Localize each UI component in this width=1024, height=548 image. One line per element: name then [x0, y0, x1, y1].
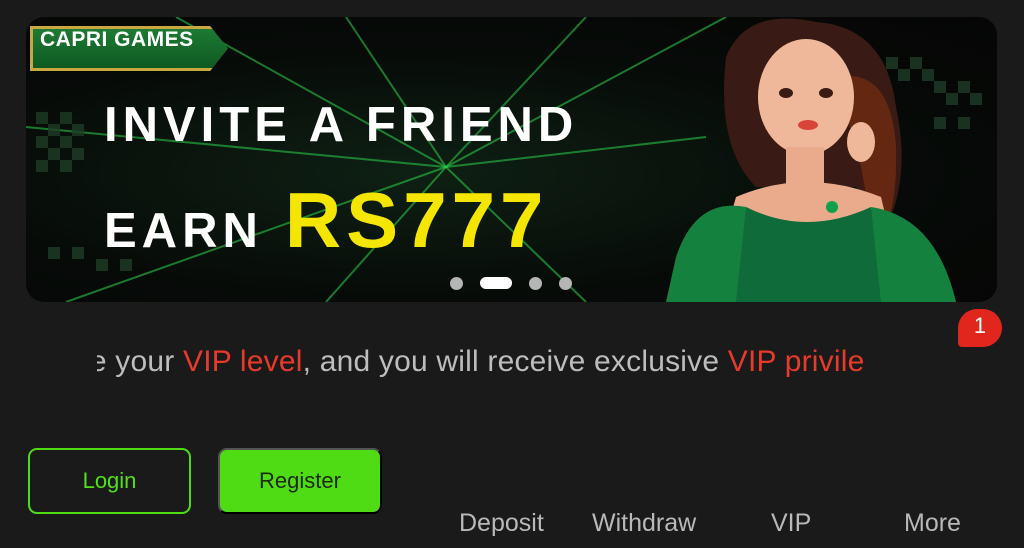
notification-count: 1	[973, 313, 987, 338]
announcement-marquee: le your VIP level, and you will receive …	[97, 345, 910, 385]
nav-item-vip[interactable]: VIP	[771, 509, 811, 538]
register-button[interactable]: Register	[218, 448, 382, 514]
nav-item-deposit[interactable]: Deposit	[459, 509, 544, 538]
carousel-dot-active[interactable]	[480, 277, 512, 289]
banner-amount-text: RS777	[284, 176, 549, 264]
marquee-text: le your	[97, 345, 175, 378]
marquee-highlight: VIP level	[182, 345, 303, 378]
carousel-dot[interactable]	[450, 276, 463, 290]
promo-banner[interactable]: CAPRI GAMES INVITE A FRIEND EARN RS777	[26, 17, 997, 302]
banner-earn-text: EARN	[104, 204, 263, 258]
carousel-dot[interactable]	[529, 276, 542, 290]
marquee-text: , and you will receive exclusive	[302, 345, 728, 378]
nav-item-more[interactable]: More	[904, 509, 961, 538]
login-button[interactable]: Login	[28, 448, 191, 514]
nav-item-withdraw[interactable]: Withdraw	[592, 509, 696, 538]
marquee-highlight: VIP privile	[727, 345, 865, 378]
brand-logo-text: CAPRI GAMES	[40, 28, 194, 51]
banner-headline: INVITE A FRIEND	[104, 98, 579, 152]
carousel-indicators	[450, 276, 589, 290]
carousel-dot[interactable]	[559, 276, 572, 290]
banner-subheadline: EARN RS777	[104, 175, 548, 264]
banner-character-illustration	[666, 18, 956, 302]
